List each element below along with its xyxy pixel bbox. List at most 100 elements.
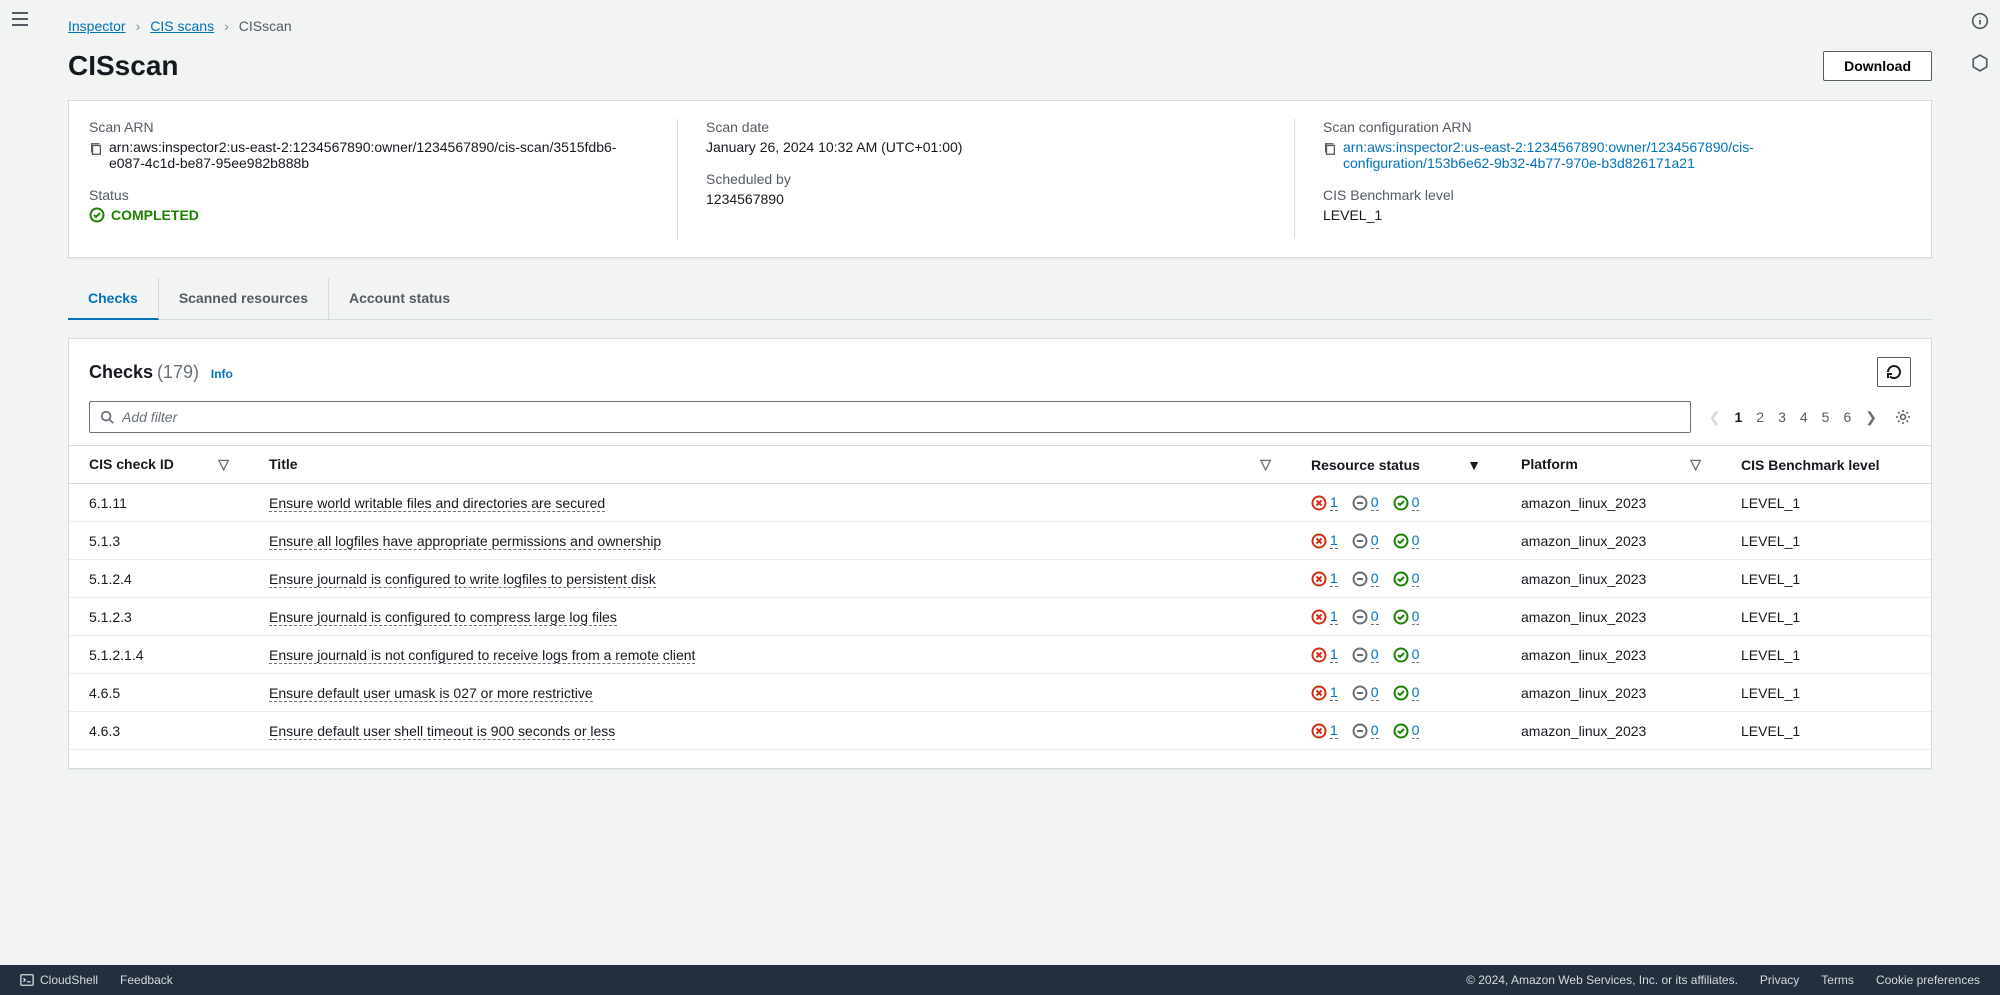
cell-resource-status: 100: [1291, 560, 1501, 598]
na-count[interactable]: 0: [1352, 646, 1379, 663]
pass-count[interactable]: 0: [1393, 722, 1420, 739]
scan-arn-label: Scan ARN: [89, 119, 649, 135]
col-platform[interactable]: Platform▽: [1501, 446, 1721, 484]
filter-input-container[interactable]: [89, 401, 1691, 433]
copy-icon[interactable]: [1323, 142, 1337, 156]
table-row: 5.1.2.4Ensure journald is configured to …: [69, 560, 1931, 598]
tab-checks[interactable]: Checks: [68, 278, 159, 320]
chevron-right-icon: ›: [136, 18, 141, 34]
sort-icon[interactable]: ▽: [1690, 456, 1701, 473]
info-link[interactable]: Info: [211, 367, 233, 381]
terms-link[interactable]: Terms: [1821, 973, 1854, 987]
footer: CloudShell Feedback © 2024, Amazon Web S…: [0, 965, 2000, 995]
page-next[interactable]: ❯: [1865, 409, 1877, 426]
pass-count[interactable]: 0: [1393, 570, 1420, 587]
check-title-link[interactable]: Ensure journald is configured to write l…: [269, 571, 656, 588]
breadcrumb-cis-scans[interactable]: CIS scans: [150, 18, 214, 34]
sort-icon[interactable]: ▽: [218, 456, 229, 473]
check-title-link[interactable]: Ensure default user umask is 027 or more…: [269, 685, 593, 702]
breadcrumb-inspector[interactable]: Inspector: [68, 18, 126, 34]
page-3[interactable]: 3: [1778, 409, 1786, 425]
page-6[interactable]: 6: [1843, 409, 1851, 425]
table-settings-button[interactable]: [1895, 409, 1911, 425]
cloudshell-button[interactable]: CloudShell: [20, 973, 98, 987]
check-title-link[interactable]: Ensure journald is configured to compres…: [269, 609, 617, 626]
checks-table: CIS check ID▽ Title▽ Resource status▼ Pl…: [69, 445, 1931, 750]
search-icon: [100, 410, 114, 424]
na-count[interactable]: 0: [1352, 532, 1379, 549]
tabs: Checks Scanned resources Account status: [68, 278, 1932, 320]
cell-resource-status: 100: [1291, 598, 1501, 636]
na-count[interactable]: 0: [1352, 494, 1379, 511]
fail-count[interactable]: 1: [1311, 532, 1338, 549]
cell-id: 5.1.2.1.4: [69, 636, 249, 674]
page-1[interactable]: 1: [1734, 409, 1742, 425]
checks-count: (179): [157, 362, 199, 382]
scan-arn-value: arn:aws:inspector2:us-east-2:1234567890:…: [109, 139, 649, 171]
refresh-icon: [1886, 364, 1902, 380]
hexagon-icon[interactable]: [1971, 54, 1989, 72]
page-5[interactable]: 5: [1822, 409, 1830, 425]
privacy-link[interactable]: Privacy: [1760, 973, 1799, 987]
table-row: 4.6.5Ensure default user umask is 027 or…: [69, 674, 1931, 712]
cell-platform: amazon_linux_2023: [1501, 560, 1721, 598]
cell-title: Ensure default user umask is 027 or more…: [249, 674, 1291, 712]
col-id[interactable]: CIS check ID▽: [69, 446, 249, 484]
col-title[interactable]: Title▽: [249, 446, 1291, 484]
check-title-link[interactable]: Ensure journald is not configured to rec…: [269, 647, 695, 664]
fail-count[interactable]: 1: [1311, 608, 1338, 625]
na-count[interactable]: 0: [1352, 722, 1379, 739]
fail-count[interactable]: 1: [1311, 494, 1338, 511]
refresh-button[interactable]: [1877, 357, 1911, 387]
page-2[interactable]: 2: [1756, 409, 1764, 425]
download-button[interactable]: Download: [1823, 51, 1932, 81]
tab-account-status[interactable]: Account status: [329, 278, 470, 319]
scheduled-by-value: 1234567890: [706, 191, 1266, 207]
filter-input[interactable]: [122, 409, 1680, 425]
pass-count[interactable]: 0: [1393, 532, 1420, 549]
config-arn-label: Scan configuration ARN: [1323, 119, 1883, 135]
chevron-right-icon: ›: [224, 18, 229, 34]
copy-icon[interactable]: [89, 142, 103, 156]
cell-title: Ensure journald is configured to write l…: [249, 560, 1291, 598]
sort-active-icon[interactable]: ▼: [1467, 457, 1481, 473]
cell-platform: amazon_linux_2023: [1501, 522, 1721, 560]
cell-benchmark: LEVEL_1: [1721, 598, 1931, 636]
na-count[interactable]: 0: [1352, 570, 1379, 587]
feedback-link[interactable]: Feedback: [120, 973, 173, 987]
na-count[interactable]: 0: [1352, 684, 1379, 701]
cell-resource-status: 100: [1291, 712, 1501, 750]
cell-resource-status: 100: [1291, 636, 1501, 674]
fail-count[interactable]: 1: [1311, 570, 1338, 587]
fail-count[interactable]: 1: [1311, 646, 1338, 663]
fail-count[interactable]: 1: [1311, 684, 1338, 701]
check-title-link[interactable]: Ensure default user shell timeout is 900…: [269, 723, 615, 740]
sort-icon[interactable]: ▽: [1260, 456, 1271, 473]
table-row: 5.1.2.1.4 Ensure journald is not configur…: [69, 636, 1931, 674]
check-title-link[interactable]: Ensure world writable files and director…: [269, 495, 605, 512]
scheduled-by-label: Scheduled by: [706, 171, 1266, 187]
pass-count[interactable]: 0: [1393, 684, 1420, 701]
pass-count[interactable]: 0: [1393, 608, 1420, 625]
cookies-link[interactable]: Cookie preferences: [1876, 973, 1980, 987]
info-icon[interactable]: [1971, 12, 1989, 30]
config-arn-link[interactable]: arn:aws:inspector2:us-east-2:1234567890:…: [1343, 139, 1883, 171]
page-4[interactable]: 4: [1800, 409, 1808, 425]
cell-benchmark: LEVEL_1: [1721, 674, 1931, 712]
check-title-link[interactable]: Ensure all logfiles have appropriate per…: [269, 533, 661, 550]
right-rail: [1960, 0, 2000, 995]
hamburger-icon[interactable]: [12, 12, 28, 26]
cell-title: Ensure journald is configured to compres…: [249, 598, 1291, 636]
col-resource-status[interactable]: Resource status▼: [1291, 446, 1501, 484]
cell-id: 5.1.2.3: [69, 598, 249, 636]
pass-count[interactable]: 0: [1393, 494, 1420, 511]
breadcrumb: Inspector › CIS scans › CISscan: [68, 0, 1932, 42]
fail-count[interactable]: 1: [1311, 722, 1338, 739]
cell-resource-status: 100: [1291, 522, 1501, 560]
tab-scanned-resources[interactable]: Scanned resources: [159, 278, 329, 319]
pass-count[interactable]: 0: [1393, 646, 1420, 663]
col-benchmark[interactable]: CIS Benchmark level: [1721, 446, 1931, 484]
na-count[interactable]: 0: [1352, 608, 1379, 625]
page-prev[interactable]: ❮: [1709, 409, 1721, 426]
benchmark-label: CIS Benchmark level: [1323, 187, 1883, 203]
